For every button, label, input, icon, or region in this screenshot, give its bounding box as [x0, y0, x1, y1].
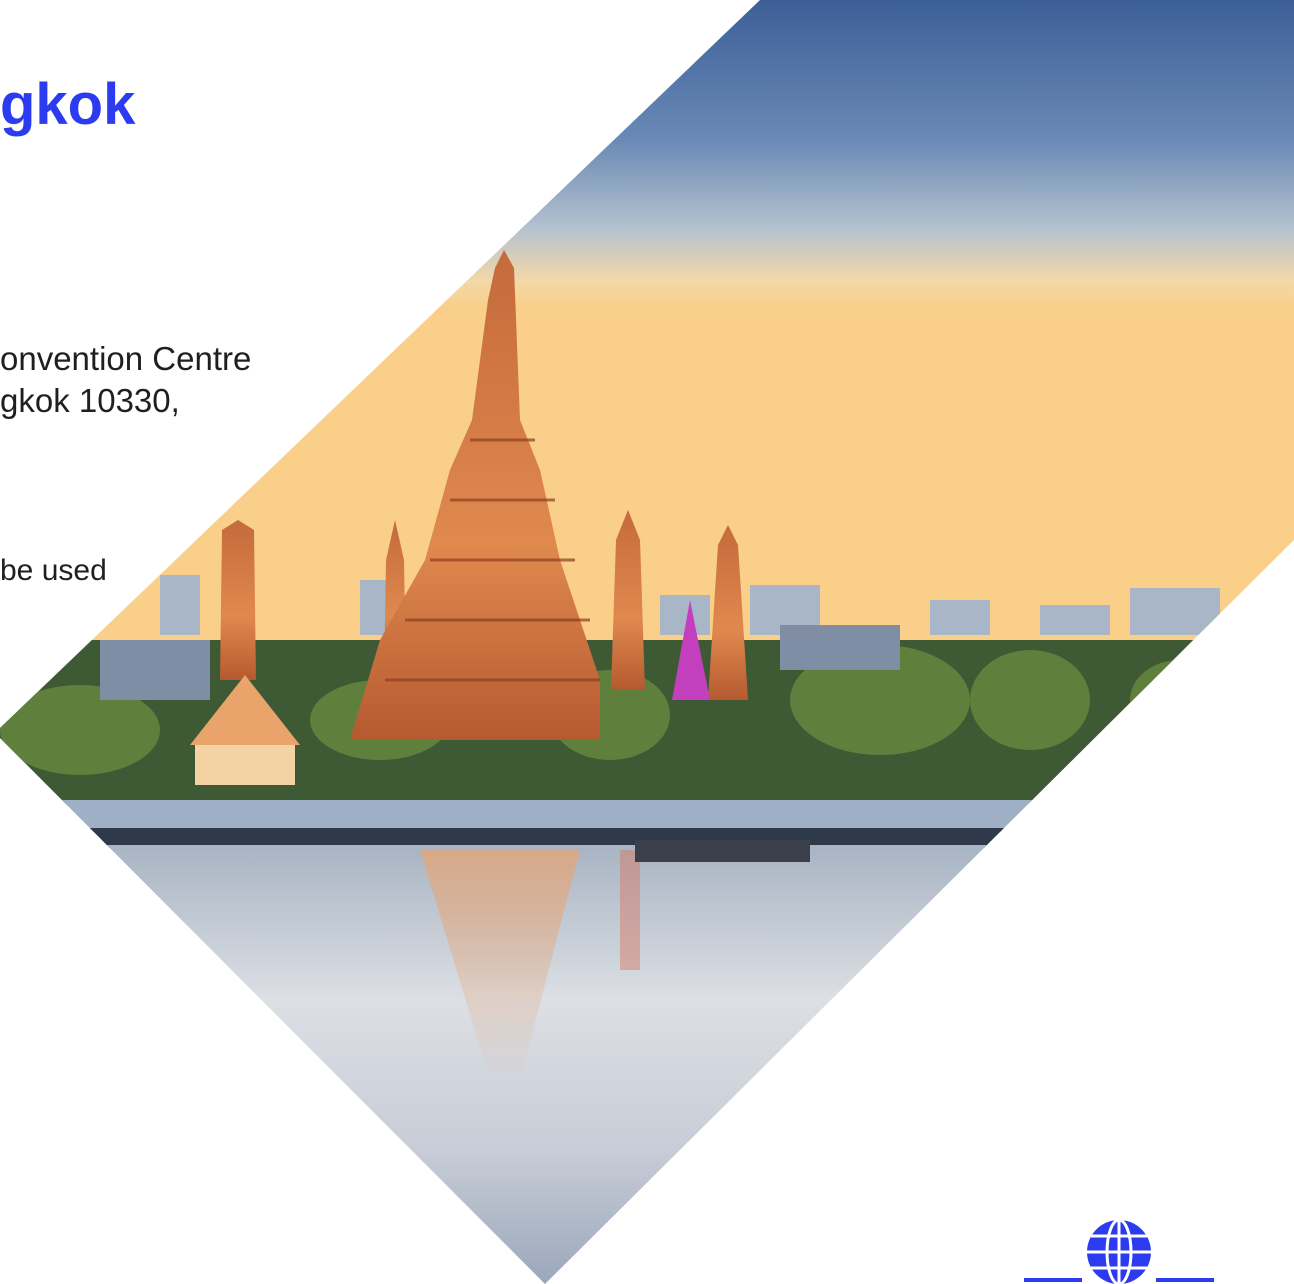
- slide: gkok onvention Centre gkok 10330, be use…: [0, 0, 1294, 1284]
- globe-icon: [1024, 1218, 1214, 1284]
- bangkok-temple-photo: [0, 0, 1294, 1284]
